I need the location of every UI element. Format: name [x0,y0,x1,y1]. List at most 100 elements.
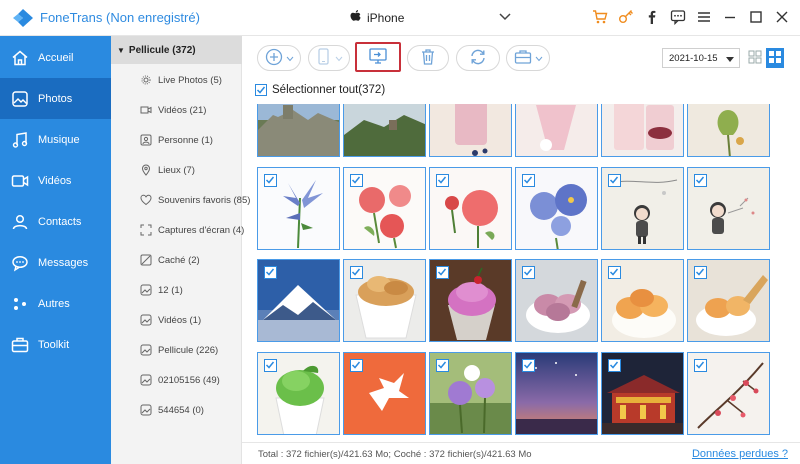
grid-view-button[interactable] [766,48,784,68]
tree-item-label: 544654 (0) [158,404,204,416]
photo-checkbox-checked[interactable] [436,174,449,187]
photo-thumbnail[interactable] [687,104,770,157]
photo-thumbnail[interactable] [343,259,426,342]
collapse-triangle-icon[interactable]: ▼ [117,46,125,55]
photo-checkbox-checked[interactable] [522,174,535,187]
photo-thumbnail[interactable] [429,259,512,342]
export-to-pc-button[interactable] [355,42,401,72]
tree-item-cache[interactable]: Caché (2) [111,250,242,270]
list-view-icon [748,50,762,67]
monitor-export-icon [368,47,388,68]
key-icon[interactable] [618,9,634,25]
date-filter-select[interactable]: 2021-10-15 [662,48,740,68]
music-icon [10,130,30,150]
maximize-icon[interactable] [748,9,764,25]
photo-checkbox-checked[interactable] [608,359,621,372]
photo-grid [242,104,800,442]
delete-button[interactable] [407,45,449,71]
photo-checkbox-checked[interactable] [436,266,449,279]
nav-item-videos[interactable]: Vidéos [0,160,111,201]
photo-thumbnail[interactable] [687,259,770,342]
heart-icon [140,194,152,206]
tree-item-souvenirs-favoris[interactable]: Souvenirs favoris (85) [111,190,250,210]
nav-item-accueil[interactable]: Accueil [0,37,111,78]
minimize-icon[interactable] [722,9,738,25]
nav-item-musique[interactable]: Musique [0,119,111,160]
photo-checkbox-checked[interactable] [694,266,707,279]
photo-checkbox-checked[interactable] [522,266,535,279]
album-icon [140,314,152,326]
photo-checkbox-checked[interactable] [608,266,621,279]
photo-thumbnail[interactable] [429,104,512,157]
photo-thumbnail[interactable] [515,259,598,342]
photo-thumbnail[interactable] [429,352,512,435]
photo-thumbnail[interactable] [343,352,426,435]
refresh-button[interactable] [456,45,500,71]
nav-item-photos[interactable]: Photos [0,78,111,119]
nav-item-contacts[interactable]: Contacts [0,201,111,242]
screenshot-icon [140,224,152,236]
photo-checkbox-checked[interactable] [694,174,707,187]
photo-thumbnail[interactable] [257,259,340,342]
photo-thumbnail[interactable] [429,167,512,250]
photo-checkbox-checked[interactable] [522,359,535,372]
photo-checkbox-checked[interactable] [264,174,277,187]
photo-checkbox-checked[interactable] [350,174,363,187]
photo-checkbox-checked[interactable] [264,359,277,372]
list-view-button[interactable] [746,48,764,68]
tree-item-album-videos[interactable]: Vidéos (1) [111,310,242,330]
tree-root-pellicule[interactable]: ▼ Pellicule (372) [111,36,242,64]
nav-item-toolkit[interactable]: Toolkit [0,324,111,365]
nav-item-messages[interactable]: Messages [0,242,111,283]
photo-thumbnail[interactable] [687,352,770,435]
photo-thumbnail[interactable] [257,167,340,250]
photo-thumbnail[interactable] [687,167,770,250]
add-button[interactable] [257,45,301,71]
device-selector[interactable]: iPhone [350,10,404,26]
app-title: FoneTrans (Non enregistré) [40,10,200,25]
photo-thumbnail[interactable] [601,104,684,157]
window-controls [592,9,790,25]
tree-item-album-544654[interactable]: 544654 (0) [111,400,242,420]
photo-thumbnail[interactable] [343,167,426,250]
home-icon [10,48,30,68]
photo-thumbnail[interactable] [601,167,684,250]
lost-data-link[interactable]: Données perdues ? [692,448,788,460]
tree-item-label: Live Photos (5) [158,74,222,86]
photo-checkbox-checked[interactable] [608,174,621,187]
photo-thumbnail[interactable] [343,104,426,157]
photo-thumbnail[interactable] [257,352,340,435]
photo-thumbnail[interactable] [601,259,684,342]
photo-checkbox-checked[interactable] [350,359,363,372]
tree-item-captures-ecran[interactable]: Captures d'écran (4) [111,220,244,240]
tree-item-lieux[interactable]: Lieux (7) [111,160,242,180]
menu-icon[interactable] [696,9,712,25]
nav-item-autres[interactable]: Autres [0,283,111,324]
photo-checkbox-checked[interactable] [264,266,277,279]
tree-item-videos[interactable]: Vidéos (21) [111,100,242,120]
tree-item-album-pellicule[interactable]: Pellicule (226) [111,340,242,360]
cart-icon[interactable] [592,9,608,25]
tree-item-album-12[interactable]: 12 (1) [111,280,242,300]
toolbox-button[interactable] [506,45,550,71]
phone-export-icon [316,47,332,69]
photo-checkbox-checked[interactable] [694,359,707,372]
photo-thumbnail[interactable] [515,352,598,435]
close-icon[interactable] [774,9,790,25]
tree-item-personne[interactable]: Personne (1) [111,130,242,150]
photo-thumbnail[interactable] [257,104,340,157]
feedback-icon[interactable] [670,9,686,25]
photo-checkbox-checked[interactable] [350,266,363,279]
tree-item-live-photos[interactable]: Live Photos (5) [111,70,242,90]
chevron-down-icon[interactable] [498,11,512,23]
photo-thumbnail[interactable] [515,104,598,157]
photo-checkbox-checked[interactable] [436,359,449,372]
toolkit-icon [10,335,30,355]
facebook-icon[interactable] [644,9,660,25]
tree-item-album-02105156[interactable]: 02105156 (49) [111,370,242,390]
photo-thumbnail[interactable] [515,167,598,250]
export-to-device-button[interactable] [308,45,350,71]
select-all-checkbox[interactable]: Sélectionner tout(372) [255,84,385,96]
photo-thumbnail[interactable] [601,352,684,435]
nav-label: Messages [38,256,89,269]
